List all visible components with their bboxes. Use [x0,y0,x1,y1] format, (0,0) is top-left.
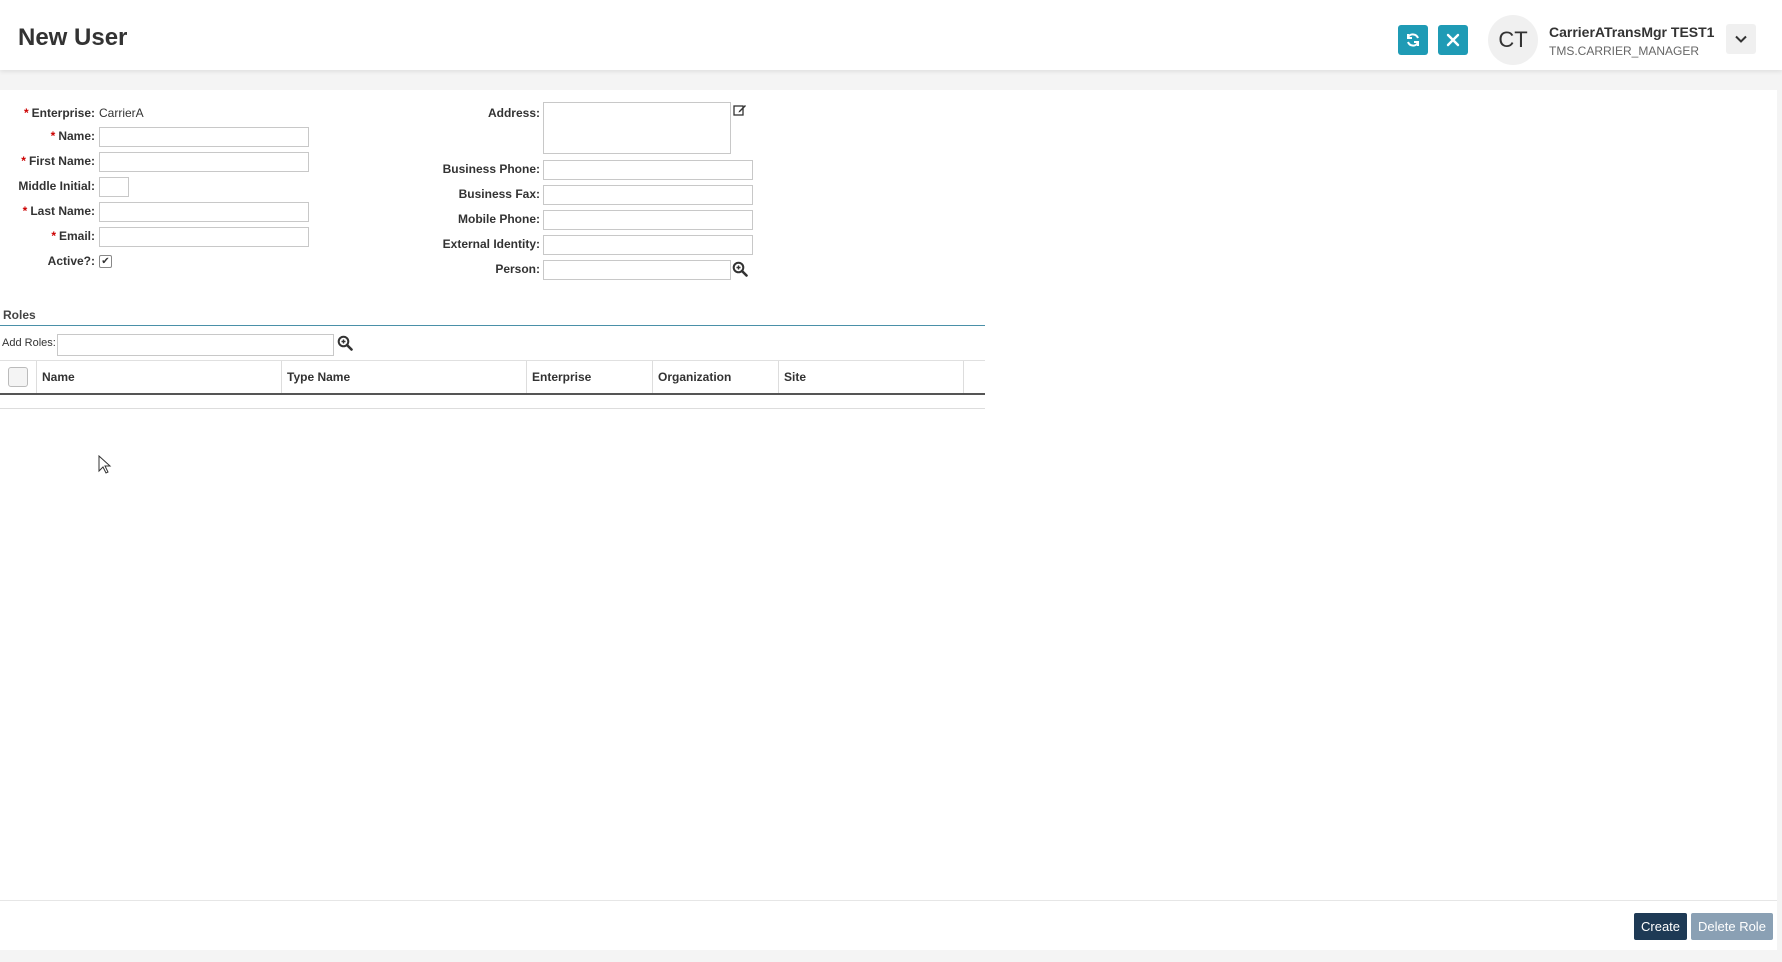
select-all-checkbox[interactable] [8,367,28,387]
business-fax-input[interactable] [543,185,753,205]
column-header-site[interactable]: Site [779,361,964,393]
enterprise-value: CarrierA [99,106,144,120]
user-name: CarrierATransMgr TEST1 [1549,24,1715,40]
refresh-button[interactable] [1398,25,1428,55]
mobile-phone-input[interactable] [543,210,753,230]
column-header-organization[interactable]: Organization [653,361,779,393]
business-phone-label: Business Phone: [442,162,540,176]
column-header-enterprise[interactable]: Enterprise [527,361,653,393]
person-label: Person: [495,262,540,276]
footer-divider [0,900,1777,901]
user-menu-button[interactable] [1726,24,1756,54]
column-header-type-name[interactable]: Type Name [282,361,527,393]
middle-initial-label: Middle Initial: [18,179,95,193]
search-icon [337,335,353,351]
address-label: Address: [487,106,540,120]
avatar[interactable]: CT [1488,15,1538,65]
first-name-label: * First Name: [21,154,95,168]
close-button[interactable] [1438,25,1468,55]
roles-divider [0,325,985,326]
external-identity-label: External Identity: [442,237,540,251]
chevron-down-icon [1735,35,1747,43]
user-role: TMS.CARRIER_MANAGER [1549,44,1700,58]
close-icon [1446,33,1460,47]
delete-role-button[interactable]: Delete Role [1691,913,1773,940]
address-textarea[interactable] [543,102,731,154]
roles-section-title: Roles [3,308,36,322]
first-name-input[interactable] [99,152,309,172]
middle-initial-input[interactable] [99,177,129,197]
page-header: New User CT CarrierATransMgr TEST1 TMS.C… [0,0,1782,70]
mouse-cursor-icon [98,455,112,474]
last-name-input[interactable] [99,202,309,222]
edit-address-button[interactable] [731,101,749,119]
roles-grid-body [0,395,985,409]
email-input[interactable] [99,227,309,247]
mobile-phone-label: Mobile Phone: [458,212,540,226]
edit-icon [733,105,746,116]
search-icon [732,261,748,277]
roles-grid-header: Name Type Name Enterprise Organization S… [0,361,985,395]
business-phone-input[interactable] [543,160,753,180]
active-label: Active?: [47,254,95,268]
enterprise-label: * Enterprise: [23,106,95,120]
business-fax-label: Business Fax: [458,187,540,201]
column-header-name[interactable]: Name [37,361,282,393]
name-input[interactable] [99,127,309,147]
email-label: * Email: [51,229,95,243]
refresh-icon [1407,33,1419,47]
name-label: * Name: [50,129,95,143]
external-identity-input[interactable] [543,235,753,255]
create-button[interactable]: Create [1634,913,1688,940]
add-roles-input[interactable] [57,334,334,356]
add-roles-search-button[interactable] [336,334,354,352]
page-title: New User [18,24,128,51]
last-name-label: * Last Name: [22,204,95,218]
active-checkbox[interactable]: ✔ [99,255,112,268]
person-input[interactable] [543,260,731,280]
main-panel: * Enterprise: CarrierA * Name: * First Name… [0,90,1777,950]
person-search-button[interactable] [731,260,749,278]
add-roles-label: Add Roles: [2,337,56,349]
